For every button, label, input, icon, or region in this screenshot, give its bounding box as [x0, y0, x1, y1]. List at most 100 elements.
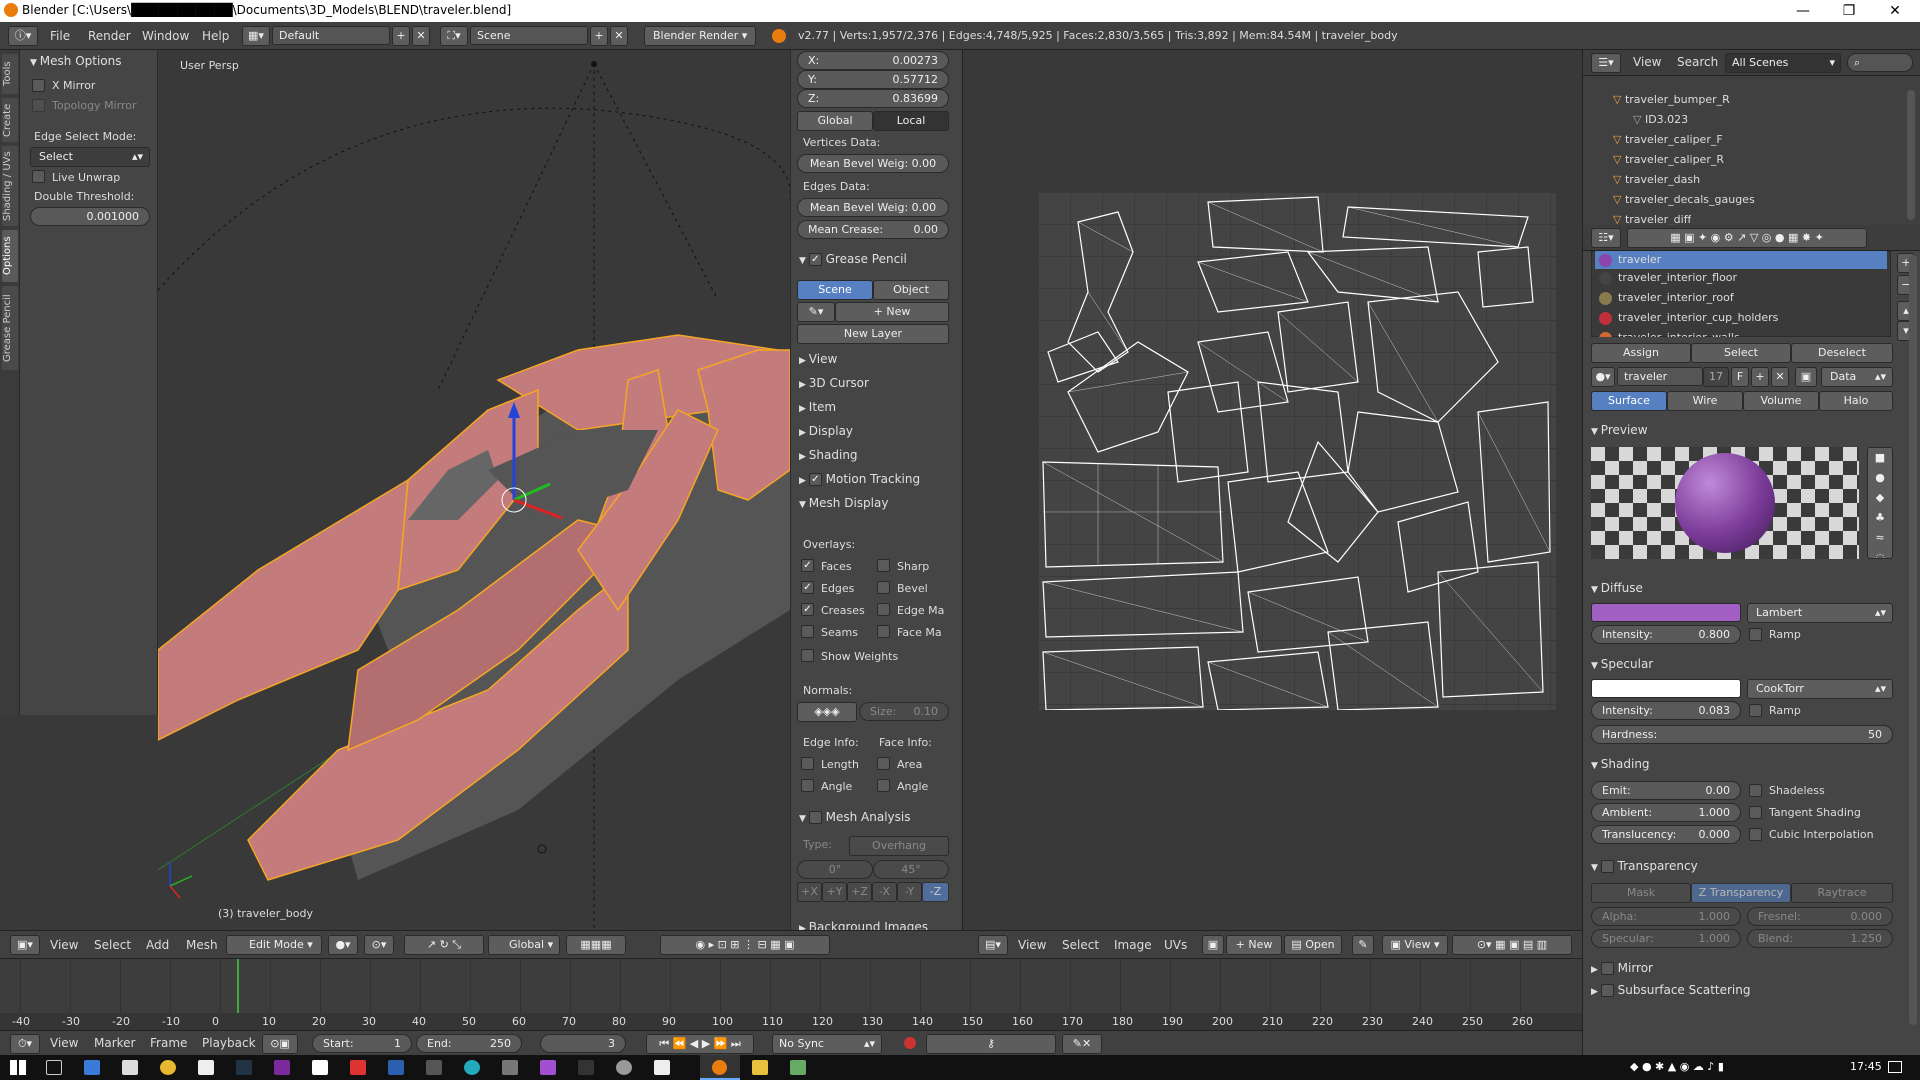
- timeline-menu-view[interactable]: View: [50, 1036, 78, 1050]
- normals-size-field[interactable]: Size: 0.10: [859, 702, 949, 721]
- viewport-menu-select[interactable]: Select: [94, 938, 131, 952]
- pivot-icon[interactable]: ⊙▾: [364, 935, 394, 955]
- outliner-item[interactable]: ▽ traveler_caliper_R: [1613, 153, 1724, 173]
- alpha-field[interactable]: Alpha: 1.000: [1591, 907, 1741, 926]
- tab-create[interactable]: Create: [2, 98, 18, 142]
- menu-file[interactable]: File: [50, 29, 70, 43]
- app-icon[interactable]: [616, 1060, 632, 1075]
- notepad-icon[interactable]: [312, 1060, 328, 1075]
- browse-data-icon[interactable]: ▣: [1795, 367, 1817, 387]
- mean-bevel-vertex-field[interactable]: Mean Bevel Weig: 0.00: [797, 154, 949, 173]
- creases-checkbox[interactable]: ✓: [801, 603, 814, 616]
- axis-minus-y[interactable]: -Y: [897, 882, 922, 902]
- blender-task[interactable]: [700, 1055, 740, 1080]
- link-data-dropdown[interactable]: Data ▴▾: [1821, 367, 1893, 387]
- sharp-checkbox[interactable]: [877, 559, 890, 572]
- preview-range-icons[interactable]: ⊙▣: [262, 1034, 298, 1054]
- diffuse-ramp-checkbox[interactable]: [1749, 628, 1762, 641]
- outliner-item[interactable]: ▽ traveler_diff: [1613, 213, 1691, 225]
- material-slot[interactable]: traveler_interior_cup_holders: [1599, 311, 1778, 331]
- record-icon[interactable]: [904, 1037, 916, 1049]
- normals-display-icons[interactable]: ◈◈◈: [797, 702, 857, 722]
- timeline-editor-icon[interactable]: ⏱▾: [10, 1034, 40, 1054]
- sync-mode-dropdown[interactable]: No Sync ▴▾: [772, 1034, 882, 1054]
- material-users-count[interactable]: 17: [1703, 367, 1729, 387]
- close-button[interactable]: ✕: [1872, 0, 1918, 22]
- shading-header[interactable]: Shading: [1591, 757, 1650, 771]
- axis-plus-x[interactable]: +X: [797, 882, 822, 902]
- viewport-shading-icon[interactable]: ●▾: [328, 935, 358, 955]
- mesh-analysis-checkbox[interactable]: [808, 811, 822, 824]
- face-marks-checkbox[interactable]: [877, 625, 890, 638]
- edge-angle-checkbox[interactable]: [801, 779, 814, 792]
- fake-user-toggle[interactable]: F: [1731, 367, 1749, 387]
- outliner-filter-dropdown[interactable]: All Scenes ▾: [1725, 53, 1841, 73]
- uv-view-mode-dropdown[interactable]: ▣ View ▾: [1382, 935, 1448, 955]
- select-mode-icons[interactable]: ◉ ▸ ⊡ ⊞ ⋮ ⊟ ▦ ▣: [660, 935, 830, 955]
- translucency-field[interactable]: Translucency: 0.000: [1591, 825, 1741, 844]
- outliner-editor-icon[interactable]: ☰▾: [1591, 53, 1621, 73]
- analysis-type-dropdown[interactable]: Overhang: [849, 836, 949, 856]
- 3d-cursor-panel-header[interactable]: 3D Cursor: [799, 376, 869, 390]
- clock[interactable]: 17:45: [1850, 1060, 1882, 1073]
- mask-tab[interactable]: Mask: [1591, 883, 1691, 903]
- add-layout-icon[interactable]: +: [392, 26, 410, 46]
- timeline[interactable]: -40 -30 -20 -10 0 10 20 30 40 50 60 70 80 90 100 110 120…: [0, 958, 1582, 1031]
- timeline-ruler[interactable]: [0, 1013, 1582, 1031]
- shading-panel-header[interactable]: Shading: [799, 448, 858, 462]
- axis-plus-z[interactable]: +Z: [847, 882, 872, 902]
- pin-icon[interactable]: ✎: [1352, 935, 1374, 955]
- current-frame-field[interactable]: 3: [540, 1034, 626, 1053]
- bevel-checkbox[interactable]: [877, 581, 890, 594]
- tab-tools[interactable]: Tools: [2, 54, 18, 94]
- outliner-scrollbar[interactable]: [1907, 90, 1915, 220]
- shadeless-checkbox[interactable]: [1749, 784, 1762, 797]
- analysis-min-angle[interactable]: 0°: [797, 860, 873, 879]
- motion-tracking-header[interactable]: ✓ Motion Tracking: [799, 472, 920, 486]
- halo-tab[interactable]: Halo: [1819, 391, 1893, 411]
- screen-layout-icon[interactable]: ▦▾: [242, 26, 270, 46]
- specular-shader-dropdown[interactable]: CookTorr ▴▾: [1747, 679, 1893, 699]
- material-preview[interactable]: [1591, 447, 1859, 559]
- outliner-item[interactable]: ▽ traveler_dash: [1613, 173, 1700, 193]
- specular-color-swatch[interactable]: [1591, 679, 1741, 698]
- sss-header[interactable]: Subsurface Scattering: [1591, 983, 1750, 997]
- material-name-field[interactable]: traveler: [1617, 367, 1703, 386]
- new-material-icon[interactable]: +: [1751, 367, 1769, 387]
- seams-checkbox[interactable]: [801, 625, 814, 638]
- diffuse-header[interactable]: Diffuse: [1591, 581, 1643, 595]
- transparency-header[interactable]: Transparency: [1591, 859, 1698, 873]
- mean-crease-field[interactable]: Mean Crease: 0.00: [797, 220, 949, 239]
- x-coordinate-field[interactable]: X: 0.00273: [797, 51, 949, 70]
- manipulator-icons[interactable]: ↗ ↻ ⤡: [404, 935, 484, 955]
- app-icon[interactable]: [540, 1060, 556, 1075]
- outliner-search-input[interactable]: ⌕: [1847, 53, 1913, 72]
- wire-tab[interactable]: Wire: [1667, 391, 1743, 411]
- specular-ramp-checkbox[interactable]: [1749, 704, 1762, 717]
- tangent-shading-checkbox[interactable]: [1749, 806, 1762, 819]
- diffuse-shader-dropdown[interactable]: Lambert ▴▾: [1747, 603, 1893, 623]
- specular-header[interactable]: Specular: [1591, 657, 1653, 671]
- fresnel-field[interactable]: Fresnel: 0.000: [1747, 907, 1893, 926]
- z-transparency-tab[interactable]: Z Transparency: [1691, 883, 1791, 903]
- outliner-menu-view[interactable]: View: [1633, 55, 1661, 69]
- remove-layout-icon[interactable]: ✕: [412, 26, 430, 46]
- material-browse-icon[interactable]: ●▾: [1591, 367, 1615, 387]
- timeline-menu-frame[interactable]: Frame: [150, 1036, 187, 1050]
- material-slot[interactable]: traveler_interior_roof: [1599, 291, 1734, 311]
- double-threshold-field[interactable]: 0.001000: [30, 207, 150, 226]
- timeline-menu-marker[interactable]: Marker: [94, 1036, 135, 1050]
- tab-grease-pencil[interactable]: Grease Pencil: [2, 286, 18, 370]
- grease-pencil-header[interactable]: ✓ Grease Pencil: [799, 252, 907, 266]
- specular-intensity-field[interactable]: Intensity: 0.083: [1591, 701, 1741, 720]
- properties-scrollbar[interactable]: [1909, 255, 1917, 1025]
- app-icon[interactable]: [464, 1060, 480, 1075]
- open-image-button[interactable]: ▤ Open: [1284, 935, 1342, 955]
- tab-shading-uvs[interactable]: Shading / UVs: [2, 146, 18, 226]
- view-panel-header[interactable]: View: [799, 352, 837, 366]
- preview-header[interactable]: Preview: [1591, 423, 1648, 437]
- global-toggle[interactable]: Global: [797, 111, 873, 131]
- length-checkbox[interactable]: [801, 757, 814, 770]
- transparency-specular-field[interactable]: Specular: 1.000: [1591, 929, 1741, 948]
- motion-tracking-checkbox[interactable]: ✓: [808, 473, 822, 486]
